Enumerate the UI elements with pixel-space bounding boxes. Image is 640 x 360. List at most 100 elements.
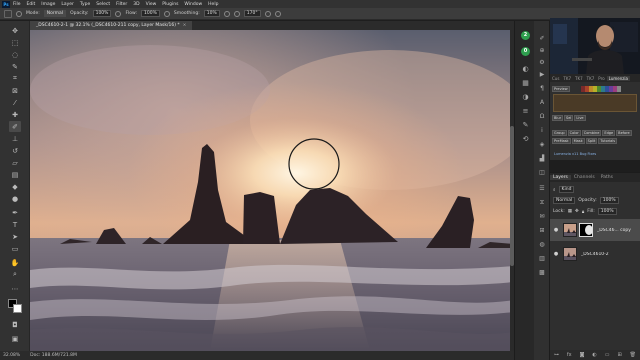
- info-icon[interactable]: i: [538, 127, 546, 135]
- histogram-icon[interactable]: ▟: [538, 155, 546, 163]
- frame-icon[interactable]: ⊠: [9, 85, 21, 96]
- styles-icon[interactable]: ◍: [538, 241, 546, 249]
- eraser-icon[interactable]: ▱: [9, 157, 21, 168]
- quick-select-icon[interactable]: ✎: [9, 61, 21, 72]
- lumenzia-mask-button[interactable]: Mask: [571, 138, 585, 144]
- color-panel-icon[interactable]: ◐: [521, 65, 530, 74]
- panel-tab-tk7-2[interactable]: TK7: [573, 76, 585, 81]
- menu-filter[interactable]: Filter: [116, 2, 127, 7]
- layer-name[interactable]: _DSC4610-2: [581, 252, 609, 257]
- properties-panel-icon[interactable]: ≡: [521, 107, 530, 116]
- brush-icon[interactable]: ✐: [9, 121, 21, 132]
- menu-file[interactable]: File: [13, 2, 21, 7]
- clone-source-icon[interactable]: ⊕: [538, 47, 546, 55]
- rectangle-icon[interactable]: ▭: [9, 243, 21, 254]
- angle-icon[interactable]: [233, 10, 240, 17]
- plugin-badge-icon[interactable]: 2: [521, 31, 530, 40]
- actions-icon[interactable]: ▶: [538, 71, 546, 79]
- character-icon[interactable]: A: [538, 99, 546, 107]
- new-group-icon[interactable]: ▭: [605, 352, 610, 358]
- lumenzia-before-button[interactable]: Before: [616, 130, 632, 136]
- lumenzia-update-link[interactable]: Lumenzia v11 Bug Fixes: [554, 152, 596, 156]
- panel-tab-tk7-3[interactable]: TK7: [585, 76, 597, 81]
- smoothing-gear-icon[interactable]: [223, 10, 230, 17]
- menu-window[interactable]: Window: [184, 2, 202, 7]
- menu-edit[interactable]: Edit: [27, 2, 36, 7]
- tab-paths[interactable]: Paths: [598, 175, 616, 180]
- add-mask-icon[interactable]: ◙: [580, 352, 585, 358]
- brushes-panel-icon[interactable]: ✎: [521, 121, 530, 130]
- airbrush-icon[interactable]: [163, 10, 170, 17]
- menu-select[interactable]: Select: [96, 2, 110, 7]
- glyphs-icon[interactable]: Ω: [538, 113, 546, 121]
- layer-fill-field[interactable]: 100%: [597, 208, 617, 215]
- patterns-icon[interactable]: ▩: [538, 269, 546, 277]
- panel-tab-cus[interactable]: Cus: [550, 76, 561, 81]
- tool-presets-icon[interactable]: ⚙: [538, 59, 546, 67]
- navigator-icon[interactable]: ◈: [538, 141, 546, 149]
- history-brush-icon[interactable]: ↺: [9, 145, 21, 156]
- angle-field[interactable]: 170°: [243, 10, 261, 17]
- lumenzia-preview-button[interactable]: Preview: [552, 86, 570, 92]
- lumenzia-group-button[interactable]: Group: [552, 130, 567, 136]
- lasso-icon[interactable]: ◌: [9, 49, 21, 60]
- brush-size-icon[interactable]: [16, 10, 22, 17]
- history-panel-icon[interactable]: ⟲: [521, 135, 530, 144]
- edit-toolbar-icon[interactable]: ⋯: [9, 283, 21, 294]
- smoothing-field[interactable]: 10%: [203, 10, 220, 17]
- panel-tab-lumenzia[interactable]: Lumenzia: [606, 75, 630, 81]
- lumenzia-edge-button[interactable]: Edge: [602, 130, 616, 136]
- measurement-icon[interactable]: ⊞: [538, 227, 546, 235]
- layer-comps-icon[interactable]: ◫: [538, 169, 546, 177]
- type-icon[interactable]: T: [9, 219, 21, 230]
- pen-icon[interactable]: ✒: [9, 207, 21, 218]
- move-icon[interactable]: ✥: [9, 25, 21, 36]
- crop-icon[interactable]: ⌗: [9, 73, 21, 84]
- document-canvas[interactable]: [30, 30, 514, 351]
- lock-pixels-icon[interactable]: ▦: [568, 209, 572, 214]
- lumenzia-live-button[interactable]: Live: [574, 115, 586, 121]
- lock-all-icon[interactable]: 🔒︎: [582, 209, 584, 215]
- blur-icon[interactable]: ◆: [9, 181, 21, 192]
- close-icon[interactable]: ×: [183, 23, 187, 28]
- eyedropper-icon[interactable]: ⁄: [9, 97, 21, 108]
- notes-icon[interactable]: ✉: [538, 213, 546, 221]
- tab-channels[interactable]: Channels: [571, 175, 598, 180]
- paragraph-icon[interactable]: ¶: [538, 85, 546, 93]
- dodge-icon[interactable]: ●: [9, 193, 21, 204]
- layer-row[interactable]: ● _DSC4610-2: [550, 243, 640, 265]
- timeline-icon[interactable]: ⧖: [538, 199, 546, 207]
- adjustments-panel-icon[interactable]: ◑: [521, 93, 530, 102]
- menu-3d[interactable]: 3D: [133, 2, 139, 7]
- gradients-icon[interactable]: ▥: [538, 255, 546, 263]
- document-tab[interactable]: _DSC4610-2-1 @ 32.1% (_DSC4610-211 copy,…: [30, 21, 193, 30]
- marquee-icon[interactable]: ⬚: [9, 37, 21, 48]
- layer-style-icon[interactable]: fx: [567, 352, 572, 358]
- screen-mode-icon[interactable]: ▣: [9, 333, 21, 344]
- opacity-field[interactable]: 100%: [92, 10, 112, 17]
- menu-help[interactable]: Help: [208, 2, 218, 7]
- symmetry-icon[interactable]: [274, 10, 281, 17]
- lumenzia-sel-button[interactable]: Sel: [564, 115, 574, 121]
- swatches-panel-icon[interactable]: ▦: [521, 79, 530, 88]
- visibility-eye-icon[interactable]: ●: [552, 251, 560, 257]
- lumenzia-combine-button[interactable]: Combine: [581, 130, 602, 136]
- zoom-icon[interactable]: ⌕: [9, 269, 21, 280]
- healing-brush-icon[interactable]: ✚: [9, 109, 21, 120]
- hand-icon[interactable]: ✋: [9, 257, 21, 268]
- layer-opacity-field[interactable]: 100%: [599, 197, 619, 204]
- lumenzia-luminosity-grid[interactable]: [553, 94, 637, 112]
- plugin-badge-icon[interactable]: 0: [521, 47, 530, 56]
- menu-image[interactable]: Image: [41, 2, 55, 7]
- lock-position-icon[interactable]: ✥: [575, 209, 579, 214]
- flow-field[interactable]: 100%: [141, 10, 160, 17]
- background-color-swatch[interactable]: [13, 304, 22, 313]
- menu-type[interactable]: Type: [80, 2, 90, 7]
- panel-tab-tk7[interactable]: TK7: [561, 76, 573, 81]
- link-layers-icon[interactable]: ⊶: [554, 352, 559, 358]
- brush-settings-icon[interactable]: ✐: [538, 35, 546, 43]
- tool-preset-brush-icon[interactable]: [4, 9, 12, 18]
- new-adjustment-icon[interactable]: ◐: [592, 352, 596, 358]
- clone-stamp-icon[interactable]: ⊥: [9, 133, 21, 144]
- blend-mode-dropdown[interactable]: Normal: [553, 197, 576, 204]
